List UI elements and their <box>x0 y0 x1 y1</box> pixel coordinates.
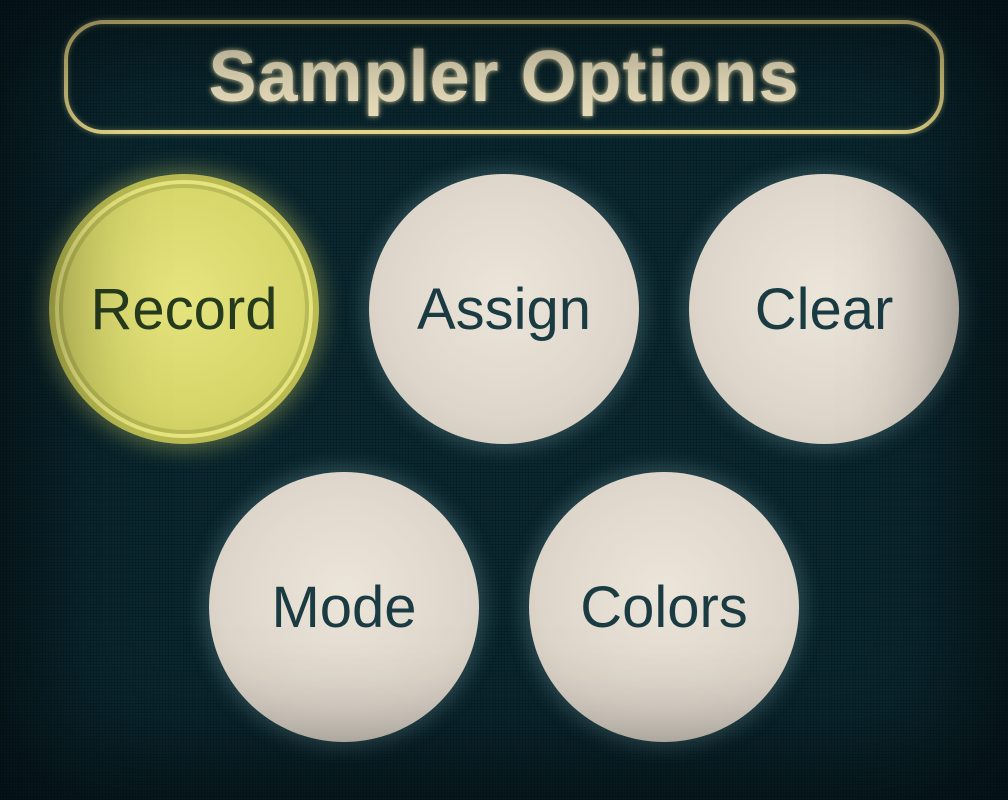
assign-button-label: Assign <box>417 276 591 343</box>
mode-button[interactable]: Mode <box>209 472 479 742</box>
clear-button[interactable]: Clear <box>689 174 959 444</box>
colors-button-label: Colors <box>580 574 748 641</box>
page-title: Sampler Options <box>108 36 900 118</box>
title-frame: Sampler Options <box>64 20 944 134</box>
button-row-1: Record Assign Clear <box>49 174 959 444</box>
mode-button-label: Mode <box>271 574 416 641</box>
clear-button-label: Clear <box>755 276 894 343</box>
buttons-area: Record Assign Clear Mode Colors <box>34 174 974 742</box>
button-row-2: Mode Colors <box>209 472 799 742</box>
assign-button[interactable]: Assign <box>369 174 639 444</box>
record-button-label: Record <box>91 276 278 343</box>
colors-button[interactable]: Colors <box>529 472 799 742</box>
record-button[interactable]: Record <box>49 174 319 444</box>
